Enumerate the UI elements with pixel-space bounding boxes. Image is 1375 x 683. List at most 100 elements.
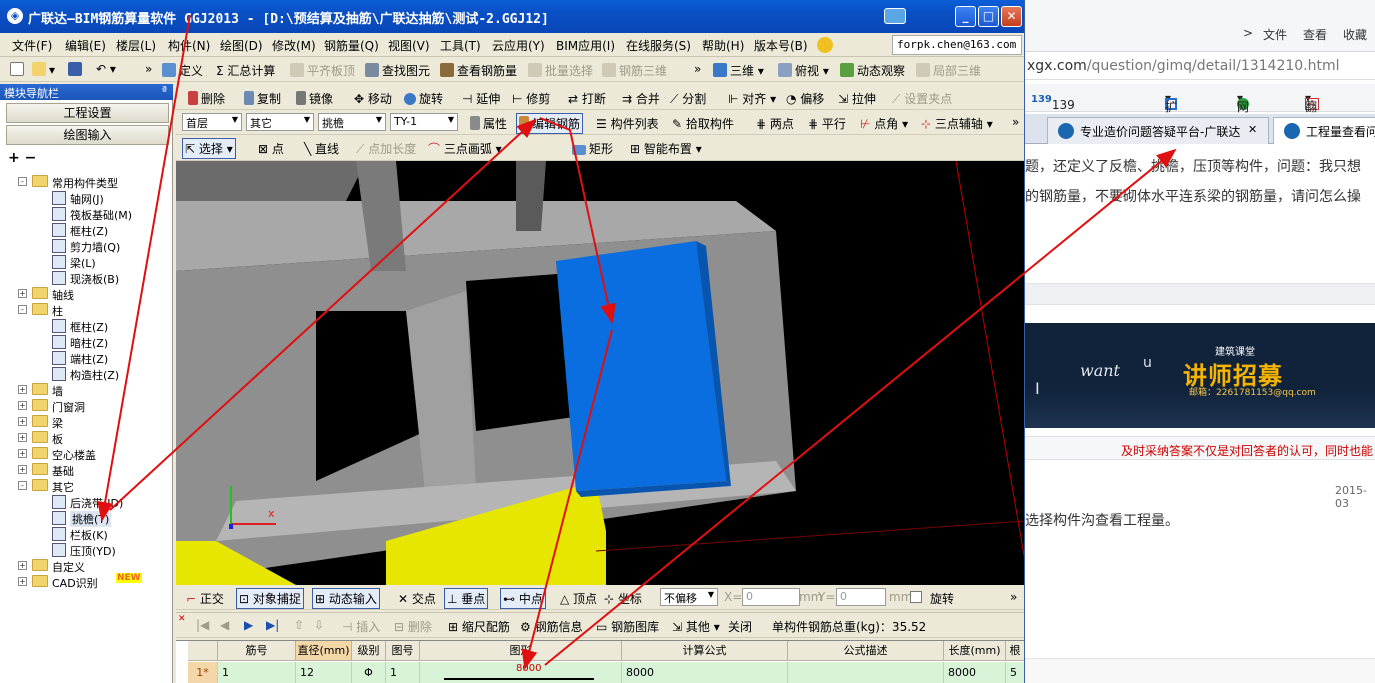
tree-item[interactable]: 框柱(Z) [0,222,173,238]
tree-item[interactable]: 暗柱(Z) [0,334,173,350]
break-button[interactable]: ⇄ 打断 [568,90,606,107]
dynamic-observe-button[interactable]: 动态观察 [840,62,905,79]
scale-rebar-button[interactable]: ⊞ 缩尺配筋 [448,618,510,635]
tree-item[interactable]: + 轴线 [0,286,173,302]
fav-139mail[interactable]: 139139邮箱 [1031,91,1075,145]
expand-node-icon[interactable]: + [18,433,27,442]
collapse-node-icon[interactable]: - [18,177,27,186]
top-view-dropdown[interactable]: 俯视 ▾ [778,62,829,79]
merge-button[interactable]: ⇉ 合并 [622,90,660,107]
browser-address-bar[interactable]: xgx.com/question/gimq/detail/1314210.htm… [1025,54,1375,80]
find-element-button[interactable]: 查找图元 [365,62,430,79]
drawing-input-button[interactable]: 绘图输入 [6,125,169,145]
point-angle-dropdown[interactable]: ⊬ 点角 ▾ [860,115,908,132]
point-button[interactable]: ⊠ 点 [258,140,284,157]
col-header-formula[interactable]: 计算公式 [622,641,788,661]
new-file-icon[interactable] [10,62,27,77]
dynamic-input-button[interactable]: ⊞ 动态输入 [312,588,380,609]
menu-draw[interactable]: 绘图(D) [220,37,263,54]
two-point-button[interactable]: ⋕ 两点 [756,115,794,132]
toolbar-overflow-icon-4[interactable]: » [1010,590,1017,604]
move-down-icon[interactable]: ⇩ [314,618,324,632]
delete-row-button[interactable]: ⊟ 删除 [394,618,432,635]
floor-select[interactable]: 首层 ▼ [182,113,242,131]
menu-floor[interactable]: 楼层(L) [116,37,156,54]
tree-item[interactable]: 端柱(Z) [0,350,173,366]
toolbar-overflow-icon-2[interactable]: » [694,62,701,76]
tree-item[interactable]: 轴网(J) [0,190,173,206]
view-rebar-qty-button[interactable]: 查看钢筋量 [440,62,517,79]
expand-node-icon[interactable]: + [18,561,27,570]
y-input[interactable]: 0 [836,588,886,606]
col-header-diameter[interactable]: 直径(mm) [296,641,352,661]
tree-item[interactable]: -柱 [0,302,173,318]
offset-mode-select[interactable]: 不偏移 ▼ [660,588,718,606]
cell-shape[interactable]: 8000 [420,662,622,683]
tree-item[interactable]: + 板 [0,430,173,446]
fav-extensions[interactable]: 扩展 ▾ [1165,91,1177,131]
offset-button[interactable]: ◔ 偏移 [786,90,824,107]
tree-item[interactable]: 框柱(Z) [0,318,173,334]
coordinate-snap-button[interactable]: ⊹ 坐标 [604,590,642,607]
lecturer-recruit-banner[interactable]: I want u 建筑课堂 讲师招募 邮箱：2261781153@qq.com [1025,323,1375,428]
set-grip-button[interactable]: ⟋ 设置夹点 [892,90,952,107]
parallel-button[interactable]: ⋕ 平行 [808,115,846,132]
object-snap-button[interactable]: ⊡ 对象捕捉 [236,588,304,609]
calc-summary-button[interactable]: Σ 汇总计算 [216,62,275,79]
cell-count[interactable]: 5 [1006,662,1024,683]
mirror-button[interactable]: 镜像 [296,90,333,107]
expand-node-icon[interactable]: + [18,417,27,426]
expand-node-icon[interactable]: + [18,449,27,458]
rectangle-button[interactable]: 矩形 [572,140,613,157]
trim-button[interactable]: ⊢ 修剪 [512,90,550,107]
close-tab-icon[interactable]: ✕ [1248,123,1257,136]
nav-next-icon[interactable]: ▶ [244,618,253,632]
cell-length[interactable]: 8000 [944,662,1006,683]
tree-item[interactable]: + 空心楼盖 [0,446,173,462]
expand-node-icon[interactable]: + [18,401,27,410]
tree-item[interactable]: 栏板(K) [0,526,173,542]
align-dropdown[interactable]: ⊩ 对齐 ▾ [728,90,776,107]
tree-item[interactable]: - 常用构件类型 [0,174,173,190]
three-point-axis-dropdown[interactable]: ⊹ 三点辅轴 ▾ [921,115,993,132]
insert-row-button[interactable]: ⊣ 插入 [342,618,380,635]
3d-viewport[interactable]: x [176,161,1024,585]
browser-tab-1[interactable]: 专业造价问题答疑平台-广联达 [1047,117,1269,144]
edit-rebar-button[interactable]: 编辑钢筋 [516,113,584,134]
project-settings-button[interactable]: 工程设置 [6,103,169,123]
smart-layout-dropdown[interactable]: ⊞ 智能布置 ▾ [630,140,702,157]
select-button[interactable]: ⇱ 选择 ▾ [182,138,236,159]
menu-online[interactable]: 在线服务(S) [626,37,691,54]
tree-item[interactable]: 现浇板(B) [0,270,173,286]
minimize-button[interactable]: _ [955,6,976,27]
fav-bank[interactable]: 网银 ▾ [1237,91,1249,131]
tree-item[interactable]: 构造柱(Z) [0,366,173,382]
menu-modify[interactable]: 修改(M) [272,37,316,54]
menu-component[interactable]: 构件(N) [168,37,210,54]
menu-rebar-qty[interactable]: 钢筋量(Q) [324,37,379,54]
midpoint-snap-button[interactable]: ⊷ 中点 [500,588,546,609]
browser-tab-2[interactable]: 工程量查看问 [1273,117,1375,144]
line-button[interactable]: ╲ 直线 [304,140,339,157]
nav-last-icon[interactable]: ▶| [266,618,279,632]
menu-help[interactable]: 帮助(H) [702,37,744,54]
row-index[interactable]: 1* [188,662,218,683]
close-button[interactable]: ✕ [1001,6,1022,27]
cell-diameter[interactable]: 12 [296,662,352,683]
rotate-checkbox[interactable] [910,591,922,603]
cell-grade[interactable]: Φ [352,662,386,683]
move-up-icon[interactable]: ⇧ [294,618,304,632]
delete-button[interactable]: 删除 [188,90,225,107]
maximize-button[interactable]: □ [978,6,999,27]
tree-item[interactable]: + CAD识别 NEW [0,573,173,590]
expand-node-icon[interactable]: + [18,385,27,394]
tree-item[interactable]: - 其它 [0,478,173,494]
type-select[interactable]: 挑檐 ▼ [318,113,386,131]
rebar-library-button[interactable]: ▭ 钢筋图库 [596,618,659,635]
copy-button[interactable]: 复制 [244,90,281,107]
smiley-icon[interactable] [817,37,833,53]
open-folder-icon[interactable]: ▾ [32,62,55,77]
perpendicular-snap-button[interactable]: ⊥ 垂点 [444,588,489,609]
nav-first-icon[interactable]: |◀ [196,618,209,632]
stretch-button[interactable]: ⇲ 拉伸 [838,90,876,107]
